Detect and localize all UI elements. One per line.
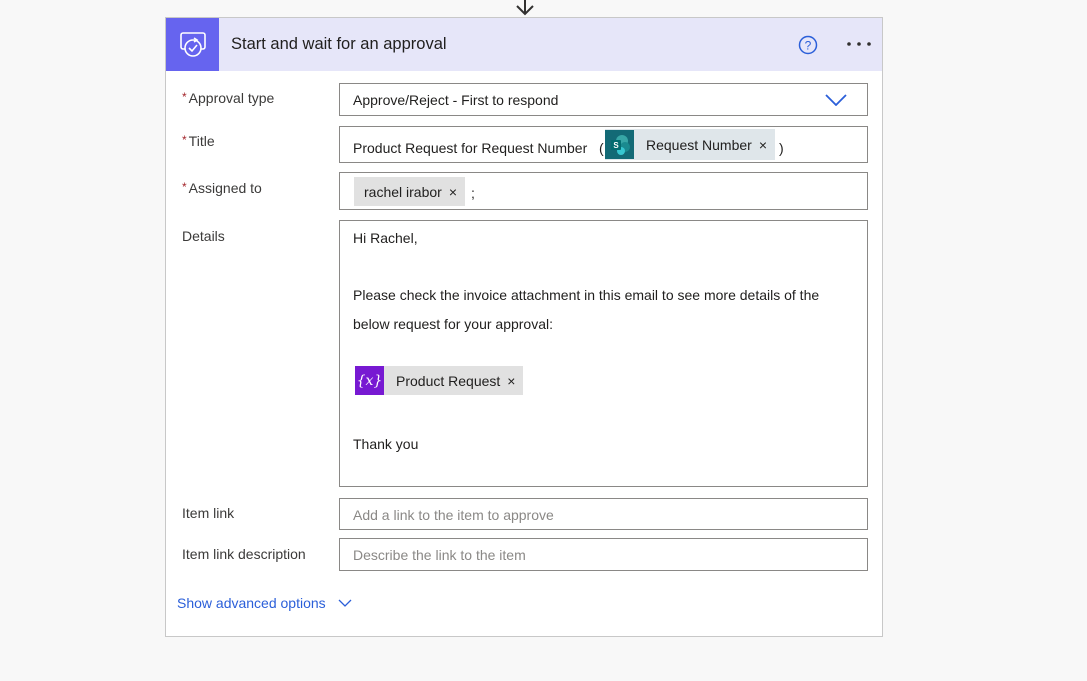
approval-type-label: * Approval type bbox=[182, 90, 275, 106]
show-advanced-options-link[interactable]: Show advanced options bbox=[177, 595, 352, 611]
title-input[interactable]: Product Request for Request Number ( S R… bbox=[339, 126, 868, 163]
assigned-to-label: * Assigned to bbox=[182, 180, 262, 196]
title-prefix-text: Product Request for Request Number bbox=[353, 140, 588, 156]
remove-token-button[interactable]: × bbox=[507, 373, 523, 389]
title-label: * Title bbox=[182, 133, 215, 149]
chevron-down-icon[interactable] bbox=[825, 94, 847, 106]
more-ellipsis-icon[interactable] bbox=[846, 37, 872, 51]
sharepoint-icon: S bbox=[605, 130, 634, 159]
assignee-token[interactable]: rachel irabor × bbox=[354, 177, 466, 206]
help-circle-icon[interactable]: ? bbox=[798, 35, 818, 55]
item-link-label: Item link bbox=[182, 505, 235, 521]
item-link-input[interactable]: Add a link to the item to approve bbox=[339, 498, 868, 530]
item-link-description-label: Item link description bbox=[182, 546, 306, 562]
svg-text:S: S bbox=[613, 141, 619, 150]
card-header[interactable]: Start and wait for an approval ? bbox=[166, 18, 882, 71]
card-title: Start and wait for an approval bbox=[231, 35, 447, 53]
details-label: Details bbox=[182, 228, 225, 244]
required-mark: * bbox=[182, 90, 187, 104]
approval-action-card: Start and wait for an approval ? * Approv… bbox=[165, 17, 883, 637]
item-link-description-input[interactable]: Describe the link to the item bbox=[339, 538, 868, 571]
approval-type-value: Approve/Reject - First to respond bbox=[353, 92, 559, 108]
approval-type-dropdown[interactable]: Approve/Reject - First to respond bbox=[339, 83, 868, 116]
remove-token-button[interactable]: × bbox=[759, 137, 775, 153]
product-request-token[interactable]: {x} Product Request × bbox=[355, 366, 524, 395]
remove-token-button[interactable]: × bbox=[449, 184, 465, 200]
arrow-down-icon bbox=[516, 0, 534, 16]
variable-icon: {x} bbox=[355, 366, 384, 395]
assigned-to-input[interactable]: rachel irabor × ; bbox=[339, 172, 868, 210]
chevron-down-icon bbox=[338, 599, 352, 607]
svg-text:?: ? bbox=[805, 39, 812, 53]
approval-check-icon bbox=[166, 18, 219, 71]
request-number-token[interactable]: S Request Number × bbox=[605, 129, 776, 160]
details-textarea[interactable]: Hi Rachel, Please check the invoice atta… bbox=[339, 220, 868, 487]
